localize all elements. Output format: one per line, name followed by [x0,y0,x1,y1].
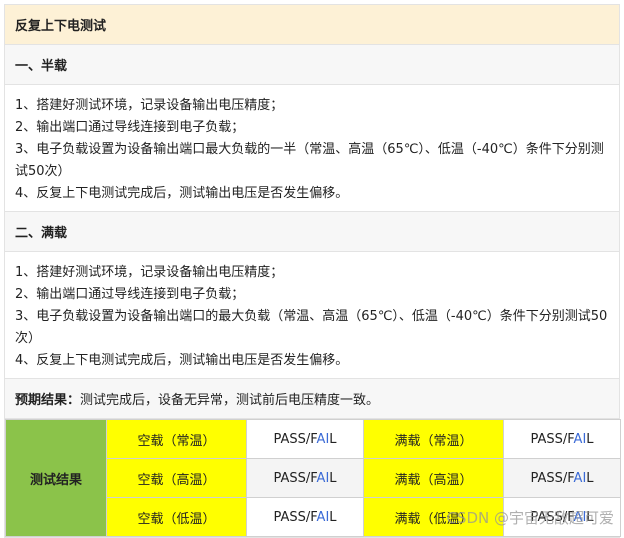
pass-fail-cell: PASS/FAIL [247,498,364,537]
full-load-low: 满载（低温） [364,498,504,537]
document-title: 反复上下电测试 [5,5,619,45]
results-label: 测试结果 [6,420,107,537]
half-step-2: 2、输出端口通过导线连接到电子负载； [15,117,609,139]
pass-fail-cell: PASS/FAIL [504,459,621,498]
empty-load-low: 空载（低温） [107,498,247,537]
expected-label: 预期结果： [15,389,80,408]
full-load-steps: 1、搭建好测试环境，记录设备输出电压精度； 2、输出端口通过导线连接到电子负载；… [5,252,619,379]
table-row: 测试结果 空载（常温） PASS/FAIL 满载（常温） PASS/FAIL [6,420,621,459]
full-step-1: 1、搭建好测试环境，记录设备输出电压精度； [15,262,609,284]
half-step-1: 1、搭建好测试环境，记录设备输出电压精度； [15,95,609,117]
empty-load-high: 空载（高温） [107,459,247,498]
full-load-heading: 二、满载 [5,212,619,252]
full-step-4: 4、反复上下电测试完成后，测试输出电压是否发生偏移。 [15,350,609,372]
pass-fail-cell: PASS/FAIL [247,459,364,498]
full-load-normal: 满载（常温） [364,420,504,459]
full-step-2: 2、输出端口通过导线连接到电子负载； [15,284,609,306]
half-load-steps: 1、搭建好测试环境，记录设备输出电压精度； 2、输出端口通过导线连接到电子负载；… [5,85,619,212]
full-step-3: 3、电子负载设置为设备输出端口的最大负载（常温、高温（65℃）、低温（-40℃）… [15,306,609,350]
test-document: 反复上下电测试 一、半载 1、搭建好测试环境，记录设备输出电压精度； 2、输出端… [4,4,620,538]
full-load-high: 满载（高温） [364,459,504,498]
pass-fail-cell: PASS/FAIL [504,498,621,537]
expected-text: 测试完成后，设备无异常，测试前后电压精度一致。 [80,389,379,408]
pass-fail-cell: PASS/FAIL [247,420,364,459]
expected-result: 预期结果： 测试完成后，设备无异常，测试前后电压精度一致。 [5,379,619,419]
half-load-heading: 一、半载 [5,45,619,85]
half-step-4: 4、反复上下电测试完成后，测试输出电压是否发生偏移。 [15,183,609,205]
pass-fail-cell: PASS/FAIL [504,420,621,459]
results-table: 测试结果 空载（常温） PASS/FAIL 满载（常温） PASS/FAIL 空… [5,419,621,537]
half-step-3: 3、电子负载设置为设备输出端口最大负载的一半（常温、高温（65℃）、低温（-40… [15,139,609,183]
empty-load-normal: 空载（常温） [107,420,247,459]
